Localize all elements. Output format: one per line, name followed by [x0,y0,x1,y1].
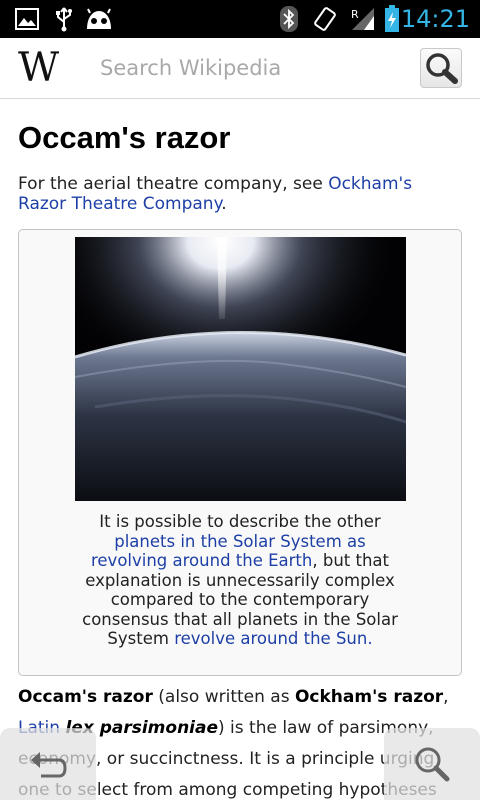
para-text-2: , [443,687,449,707]
search-icon [415,747,450,782]
bluetooth-icon [278,0,300,38]
search-input[interactable] [100,50,400,86]
app-header: W [0,38,480,99]
para-text-1: (also written as [152,687,295,707]
signal-icon: R [350,0,376,38]
status-bar: R 14:21 [0,0,480,38]
article-content: Occam's razor For the aerial theatre com… [0,100,480,800]
hatnote-text: For the aerial theatre company, see [18,174,329,194]
svg-text:R: R [351,8,359,21]
page-title: Occam's razor [18,120,231,155]
back-button[interactable] [0,728,96,800]
usb-icon [52,0,76,38]
android-icon [84,0,114,38]
search-button[interactable] [420,48,462,88]
wikipedia-logo[interactable]: W [18,48,59,88]
term-bold-2: Ockham's razor [294,687,444,707]
back-arrow-icon [31,752,67,778]
hatnote-suffix: . [221,194,227,214]
infobox-caption: It is possible to describe the other pla… [19,512,461,649]
magnifier-icon [426,53,458,84]
clock: 14:21 [400,5,470,33]
infobox: It is possible to describe the other pla… [18,229,462,676]
term-bold: Occam's razor [18,687,153,707]
hatnote: For the aerial theatre company, see Ockh… [18,174,458,214]
find-in-page-button[interactable] [384,728,480,800]
rotate-icon [312,0,338,38]
gallery-icon [14,0,40,38]
caption-text: It is possible to describe the other [99,512,381,531]
earth-sunrise-image[interactable] [75,237,406,501]
caption-link-heliocentrism[interactable]: revolve around the Sun. [174,629,372,648]
battery-charging-icon [382,0,402,38]
